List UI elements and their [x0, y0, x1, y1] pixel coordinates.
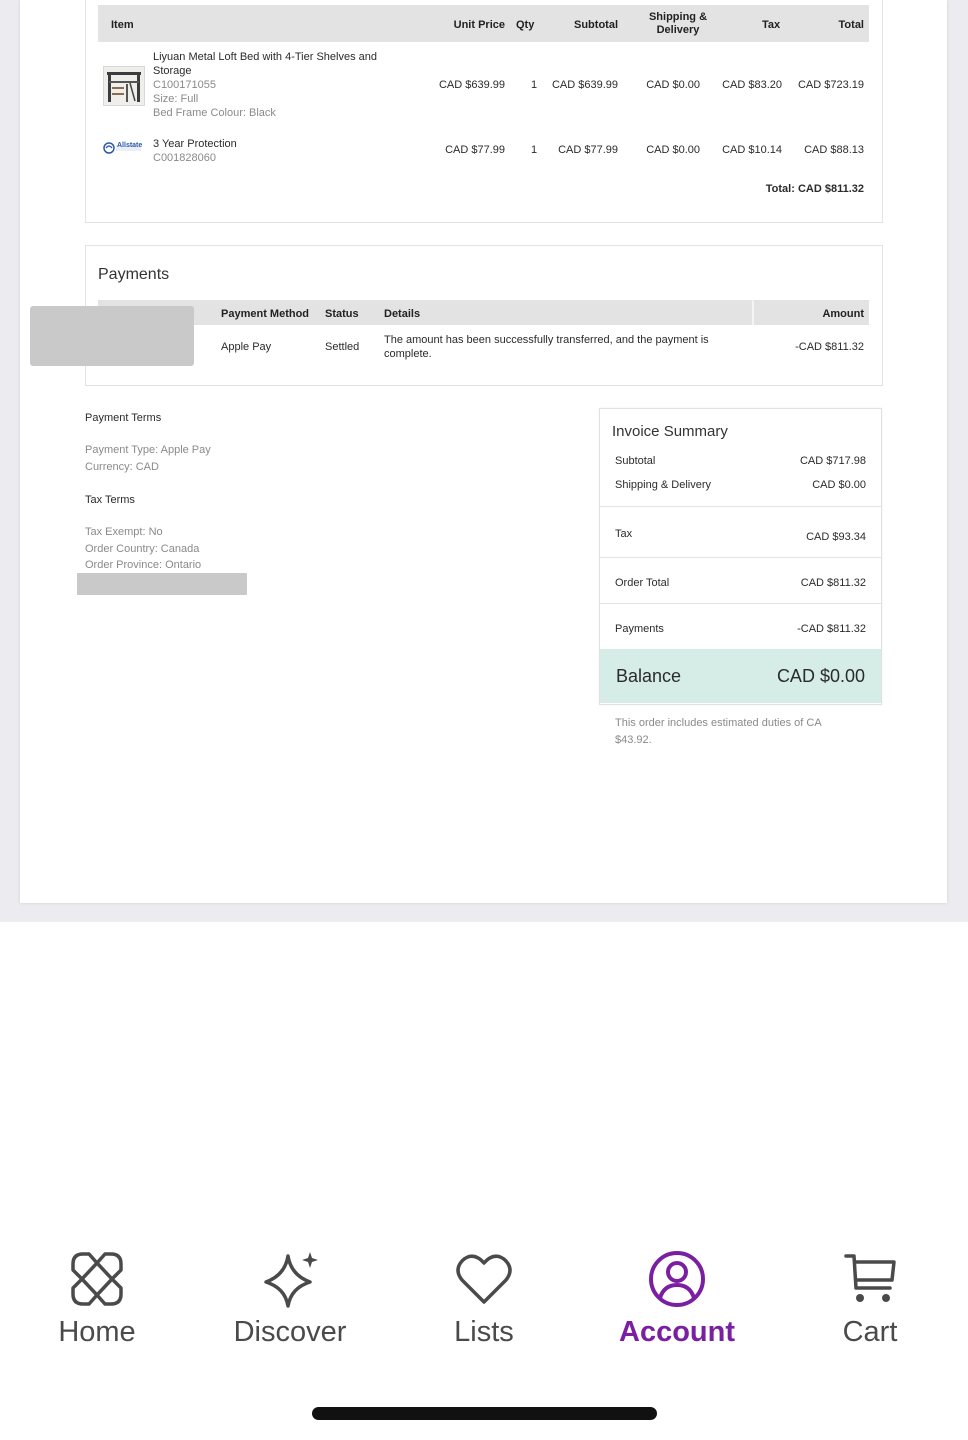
col-shipping-line2: Delivery — [656, 24, 700, 36]
order-country: Order Country: Canada — [85, 543, 200, 555]
item-name-line1[interactable]: Liyuan Metal Loft Bed with 4-Tier Shelve… — [153, 50, 377, 64]
allstate-logo: Allstate — [103, 141, 143, 155]
cart-icon — [844, 1254, 896, 1302]
col-amount: Amount — [822, 308, 864, 320]
col-total: Total — [838, 19, 864, 31]
protection-unit-price: CAD $77.99 — [445, 144, 505, 156]
nav-home[interactable]: Home — [17, 1230, 177, 1349]
home-indicator — [312, 1407, 657, 1420]
summary-order-total-value: CAD $811.32 — [800, 577, 866, 589]
item-size: Size: Full — [153, 93, 199, 105]
col-qty: Qty — [516, 19, 535, 31]
items-card: Item Unit Price Qty Subtotal Shipping & … — [85, 0, 883, 223]
summary-divider-payments — [600, 603, 881, 604]
item-sku: C100171055 — [153, 79, 217, 91]
item-shipping: CAD $0.00 — [646, 79, 700, 91]
nav-cart[interactable]: Cart — [790, 1230, 950, 1349]
col-details: Details — [384, 308, 421, 320]
protection-tax: CAD $10.14 — [722, 144, 782, 156]
summary-divider-tax — [600, 506, 881, 507]
payments-title: Payments — [98, 266, 170, 283]
invoice-sheet: Item Unit Price Qty Subtotal Shipping & … — [20, 0, 947, 903]
payment-method: Apple Pay — [221, 341, 272, 353]
protection-total: CAD $88.13 — [804, 144, 864, 156]
payment-terms-title: Payment Terms — [85, 412, 162, 424]
items-grand-total: Total: CAD $811.32 — [765, 183, 864, 195]
redacted-line — [77, 573, 247, 595]
nav-home-label: Home — [58, 1316, 136, 1348]
col-shipping: Shipping & Delivery — [633, 11, 723, 37]
protection-shipping: CAD $0.00 — [646, 144, 700, 156]
item-total: CAD $723.19 — [797, 79, 864, 91]
currency: Currency: CAD — [85, 461, 159, 473]
loft-bed-icon — [107, 72, 141, 102]
invoice-summary-title: Invoice Summary — [612, 423, 728, 440]
item-colour: Bed Frame Colour: Black — [153, 107, 276, 119]
col-payment-method: Payment Method — [221, 308, 310, 320]
invoice-summary-card: Invoice Summary Subtotal CAD $717.98 Shi… — [599, 408, 882, 705]
summary-payments-label: Payments — [615, 623, 664, 635]
protection-subtotal: CAD $77.99 — [558, 144, 618, 156]
col-shipping-line1: Shipping & — [648, 11, 708, 23]
nav-account[interactable]: Account — [597, 1230, 757, 1349]
summary-order-total-label: Order Total — [615, 577, 670, 589]
balance-value: CAD $0.00 — [776, 666, 865, 686]
summary-shipping-label: Shipping & Delivery — [615, 479, 711, 491]
tax-exempt: Tax Exempt: No — [85, 526, 163, 538]
summary-subtotal-label: Subtotal — [615, 455, 656, 467]
summary-payments-value: -CAD $811.32 — [797, 623, 866, 635]
nav-discover[interactable]: Discover — [210, 1230, 370, 1349]
payment-type: Payment Type: Apple Pay — [85, 444, 211, 456]
bottom-nav: Home Discover Lists Account Cart — [0, 1230, 968, 1370]
item-tax: CAD $83.20 — [722, 79, 782, 91]
order-province: Order Province: Ontario — [85, 559, 202, 571]
item-subtotal: CAD $639.99 — [551, 79, 618, 91]
duties-note-line1: This order includes estimated duties of … — [615, 717, 822, 729]
payment-amount: -CAD $811.32 — [795, 341, 864, 353]
balance-row: Balance CAD $0.00 — [600, 649, 881, 703]
summary-shipping-value: CAD $0.00 — [812, 479, 866, 491]
account-icon — [649, 1251, 705, 1307]
payments-card: Payments Payment Method Status Details A… — [85, 245, 883, 386]
summary-subtotal-value: CAD $717.98 — [799, 455, 866, 467]
col-item: Item — [111, 19, 134, 31]
summary-divider-total — [600, 557, 881, 558]
payment-status: Settled — [325, 341, 360, 353]
summary-tax-value: CAD $93.34 — [806, 531, 866, 543]
heart-icon — [456, 1254, 512, 1304]
payment-details-line1: The amount has been successfully transfe… — [384, 334, 709, 346]
payment-details-line2: complete. — [384, 348, 432, 360]
home-icon — [71, 1252, 123, 1306]
protection-sku: C001828060 — [153, 152, 217, 164]
item-unit-price: CAD $639.99 — [438, 79, 505, 91]
protection-name[interactable]: 3 Year Protection — [153, 137, 237, 151]
sparkle-icon — [264, 1252, 318, 1308]
loft-bed-thumbnail[interactable] — [103, 66, 145, 106]
invoice-area: Item Unit Price Qty Subtotal Shipping & … — [0, 0, 968, 922]
payments-header-divider — [752, 300, 754, 325]
nav-lists[interactable]: Lists — [404, 1230, 564, 1349]
nav-discover-label: Discover — [233, 1316, 347, 1348]
col-unit-price: Unit Price — [453, 19, 505, 31]
duties-note-line2: $43.92. — [615, 734, 652, 746]
tax-terms-title: Tax Terms — [85, 494, 135, 506]
col-tax: Tax — [762, 19, 781, 31]
col-subtotal: Subtotal — [574, 19, 618, 31]
summary-tax-label: Tax — [615, 528, 633, 540]
item-name-line2[interactable]: Storage — [153, 64, 192, 78]
allstate-logo-text: Allstate — [117, 142, 143, 149]
balance-label: Balance — [616, 666, 682, 686]
nav-lists-label: Lists — [454, 1316, 514, 1348]
nav-account-label: Account — [619, 1316, 735, 1348]
col-status: Status — [325, 308, 359, 320]
nav-cart-label: Cart — [842, 1316, 898, 1348]
redacted-block — [30, 306, 194, 366]
